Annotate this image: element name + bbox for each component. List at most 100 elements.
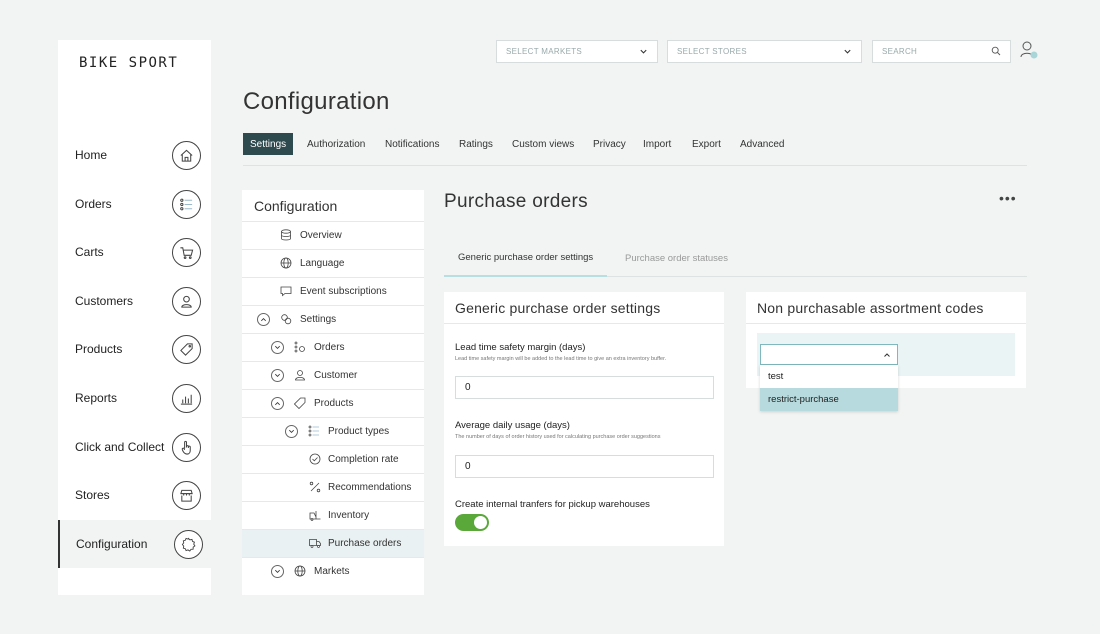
- sidebar: BIKE SPORT Home Orders Carts Customers P…: [58, 40, 211, 595]
- lead-time-label: Lead time safety margin (days): [455, 342, 586, 353]
- tree-item-completion-rate[interactable]: Completion rate: [242, 445, 424, 473]
- tree-item-label: Products: [314, 398, 354, 409]
- chevron-up-icon: [884, 353, 890, 357]
- more-options-icon[interactable]: •••: [999, 190, 1017, 206]
- card-title: Generic purchase order settings: [455, 300, 661, 316]
- sidebar-item-label: Home: [75, 148, 108, 162]
- expand-icon[interactable]: [271, 565, 284, 578]
- globe-icon: [280, 257, 292, 269]
- tree-item-label: Orders: [314, 342, 345, 353]
- avg-usage-help: The number of days of order history used…: [455, 434, 661, 440]
- tab-advanced[interactable]: Advanced: [740, 133, 784, 155]
- gear-icon: [174, 529, 203, 559]
- tree-item-label: Settings: [300, 314, 337, 325]
- subtab-generic-settings[interactable]: Generic purchase order settings: [444, 240, 608, 277]
- config-tree: Configuration Overview Language Event su…: [242, 190, 424, 595]
- chevron-down-icon: [844, 49, 851, 54]
- sidebar-item-configuration[interactable]: Configuration: [58, 520, 211, 568]
- brand-logo[interactable]: BIKE SPORT: [79, 55, 178, 71]
- search-icon[interactable]: [991, 46, 1001, 56]
- settings-tabs: Settings Authorization Notifications Rat…: [243, 133, 1027, 166]
- tree-item-product-types[interactable]: Product types: [242, 417, 424, 445]
- tree-item-label: Markets: [314, 566, 350, 577]
- sidebar-item-reports[interactable]: Reports: [58, 374, 211, 422]
- hand-pointer-icon: [172, 432, 201, 462]
- tab-ratings[interactable]: Ratings: [459, 133, 493, 155]
- tab-notifications[interactable]: Notifications: [385, 133, 439, 155]
- sidebar-item-home[interactable]: Home: [58, 131, 211, 179]
- tree-item-recommendations[interactable]: Recommendations: [242, 473, 424, 501]
- sidebar-item-label: Configuration: [76, 537, 148, 551]
- sidebar-item-label: Click and Collect: [75, 440, 165, 454]
- tab-authorization[interactable]: Authorization: [307, 133, 365, 155]
- sidebar-item-click-and-collect[interactable]: Click and Collect: [58, 423, 211, 471]
- sidebar-item-orders[interactable]: Orders: [58, 180, 211, 228]
- settings-icon: [281, 314, 292, 325]
- page-title: Configuration: [243, 88, 390, 115]
- divider: [746, 323, 1026, 324]
- tree-item-products[interactable]: Products: [242, 389, 424, 417]
- check-circle-icon: [309, 453, 321, 465]
- toggle-knob: [474, 516, 487, 529]
- tag-icon: [294, 397, 306, 409]
- percent-icon: [309, 481, 321, 493]
- tree-item-language[interactable]: Language: [242, 249, 424, 277]
- sidebar-item-stores[interactable]: Stores: [58, 471, 211, 519]
- sidebar-item-customers[interactable]: Customers: [58, 277, 211, 325]
- list-icon: [172, 189, 201, 219]
- tree-item-label: Language: [300, 258, 345, 269]
- tab-custom-views[interactable]: Custom views: [512, 133, 574, 155]
- tree-item-purchase-orders[interactable]: Purchase orders: [242, 529, 424, 557]
- account-icon[interactable]: [1019, 40, 1039, 60]
- assortment-code-select[interactable]: [760, 344, 898, 365]
- tag-icon: [172, 334, 201, 364]
- store-selector-placeholder: SELECT STORES: [677, 47, 747, 56]
- expand-icon[interactable]: [271, 369, 284, 382]
- dropdown-option-test[interactable]: test: [760, 365, 898, 388]
- market-selector-placeholder: SELECT MARKETS: [506, 47, 583, 56]
- internal-transfers-toggle[interactable]: [455, 514, 489, 531]
- dropdown-option-restrict-purchase[interactable]: restrict-purchase: [760, 388, 898, 411]
- tree-item-inventory[interactable]: Inventory: [242, 501, 424, 529]
- expand-icon[interactable]: [285, 425, 298, 438]
- collapse-icon[interactable]: [271, 397, 284, 410]
- store-icon: [172, 480, 201, 510]
- tree-item-label: Product types: [328, 426, 390, 437]
- market-selector[interactable]: SELECT MARKETS: [496, 40, 658, 63]
- tab-privacy[interactable]: Privacy: [593, 133, 626, 155]
- user-icon: [295, 370, 305, 381]
- lead-time-help: Lead time safety margin will be added to…: [455, 356, 667, 362]
- search-placeholder: SEARCH: [882, 47, 918, 56]
- avg-usage-input[interactable]: 0: [455, 455, 714, 478]
- expand-icon[interactable]: [271, 341, 284, 354]
- user-icon: [172, 286, 201, 316]
- search-input[interactable]: SEARCH: [872, 40, 1011, 63]
- tab-export[interactable]: Export: [692, 133, 721, 155]
- sidebar-item-products[interactable]: Products: [58, 325, 211, 373]
- tree-item-orders[interactable]: Orders: [242, 333, 424, 361]
- store-selector[interactable]: SELECT STORES: [667, 40, 862, 63]
- subtab-purchase-order-statuses[interactable]: Purchase order statuses: [625, 240, 728, 277]
- collapse-icon[interactable]: [257, 313, 270, 326]
- purchase-orders-subtabs: Generic purchase order settings Purchase…: [444, 240, 1027, 277]
- card-title: Non purchasable assortment codes: [757, 300, 984, 316]
- tab-import[interactable]: Import: [643, 133, 671, 155]
- truck-icon: [309, 539, 321, 548]
- tree-item-markets[interactable]: Markets: [242, 557, 424, 585]
- tree-item-label: Recommendations: [328, 482, 412, 493]
- sidebar-item-label: Orders: [75, 197, 112, 211]
- sidebar-item-carts[interactable]: Carts: [58, 228, 211, 276]
- lead-time-input[interactable]: 0: [455, 376, 714, 399]
- tab-settings[interactable]: Settings: [243, 133, 294, 155]
- sidebar-item-label: Customers: [75, 294, 134, 308]
- tree-item-overview[interactable]: Overview: [242, 221, 424, 249]
- tree-item-label: Inventory: [328, 510, 370, 521]
- forklift-icon: [309, 511, 321, 521]
- sidebar-item-label: Stores: [75, 488, 110, 502]
- tree-item-settings[interactable]: Settings: [242, 305, 424, 333]
- internal-transfers-label: Create internal tranfers for pickup ware…: [455, 499, 650, 510]
- tree-item-event-subscriptions[interactable]: Event subscriptions: [242, 277, 424, 305]
- tree-item-customer[interactable]: Customer: [242, 361, 424, 389]
- tree-item-label: Event subscriptions: [300, 286, 387, 297]
- assortment-code-dropdown: test restrict-purchase: [760, 365, 898, 411]
